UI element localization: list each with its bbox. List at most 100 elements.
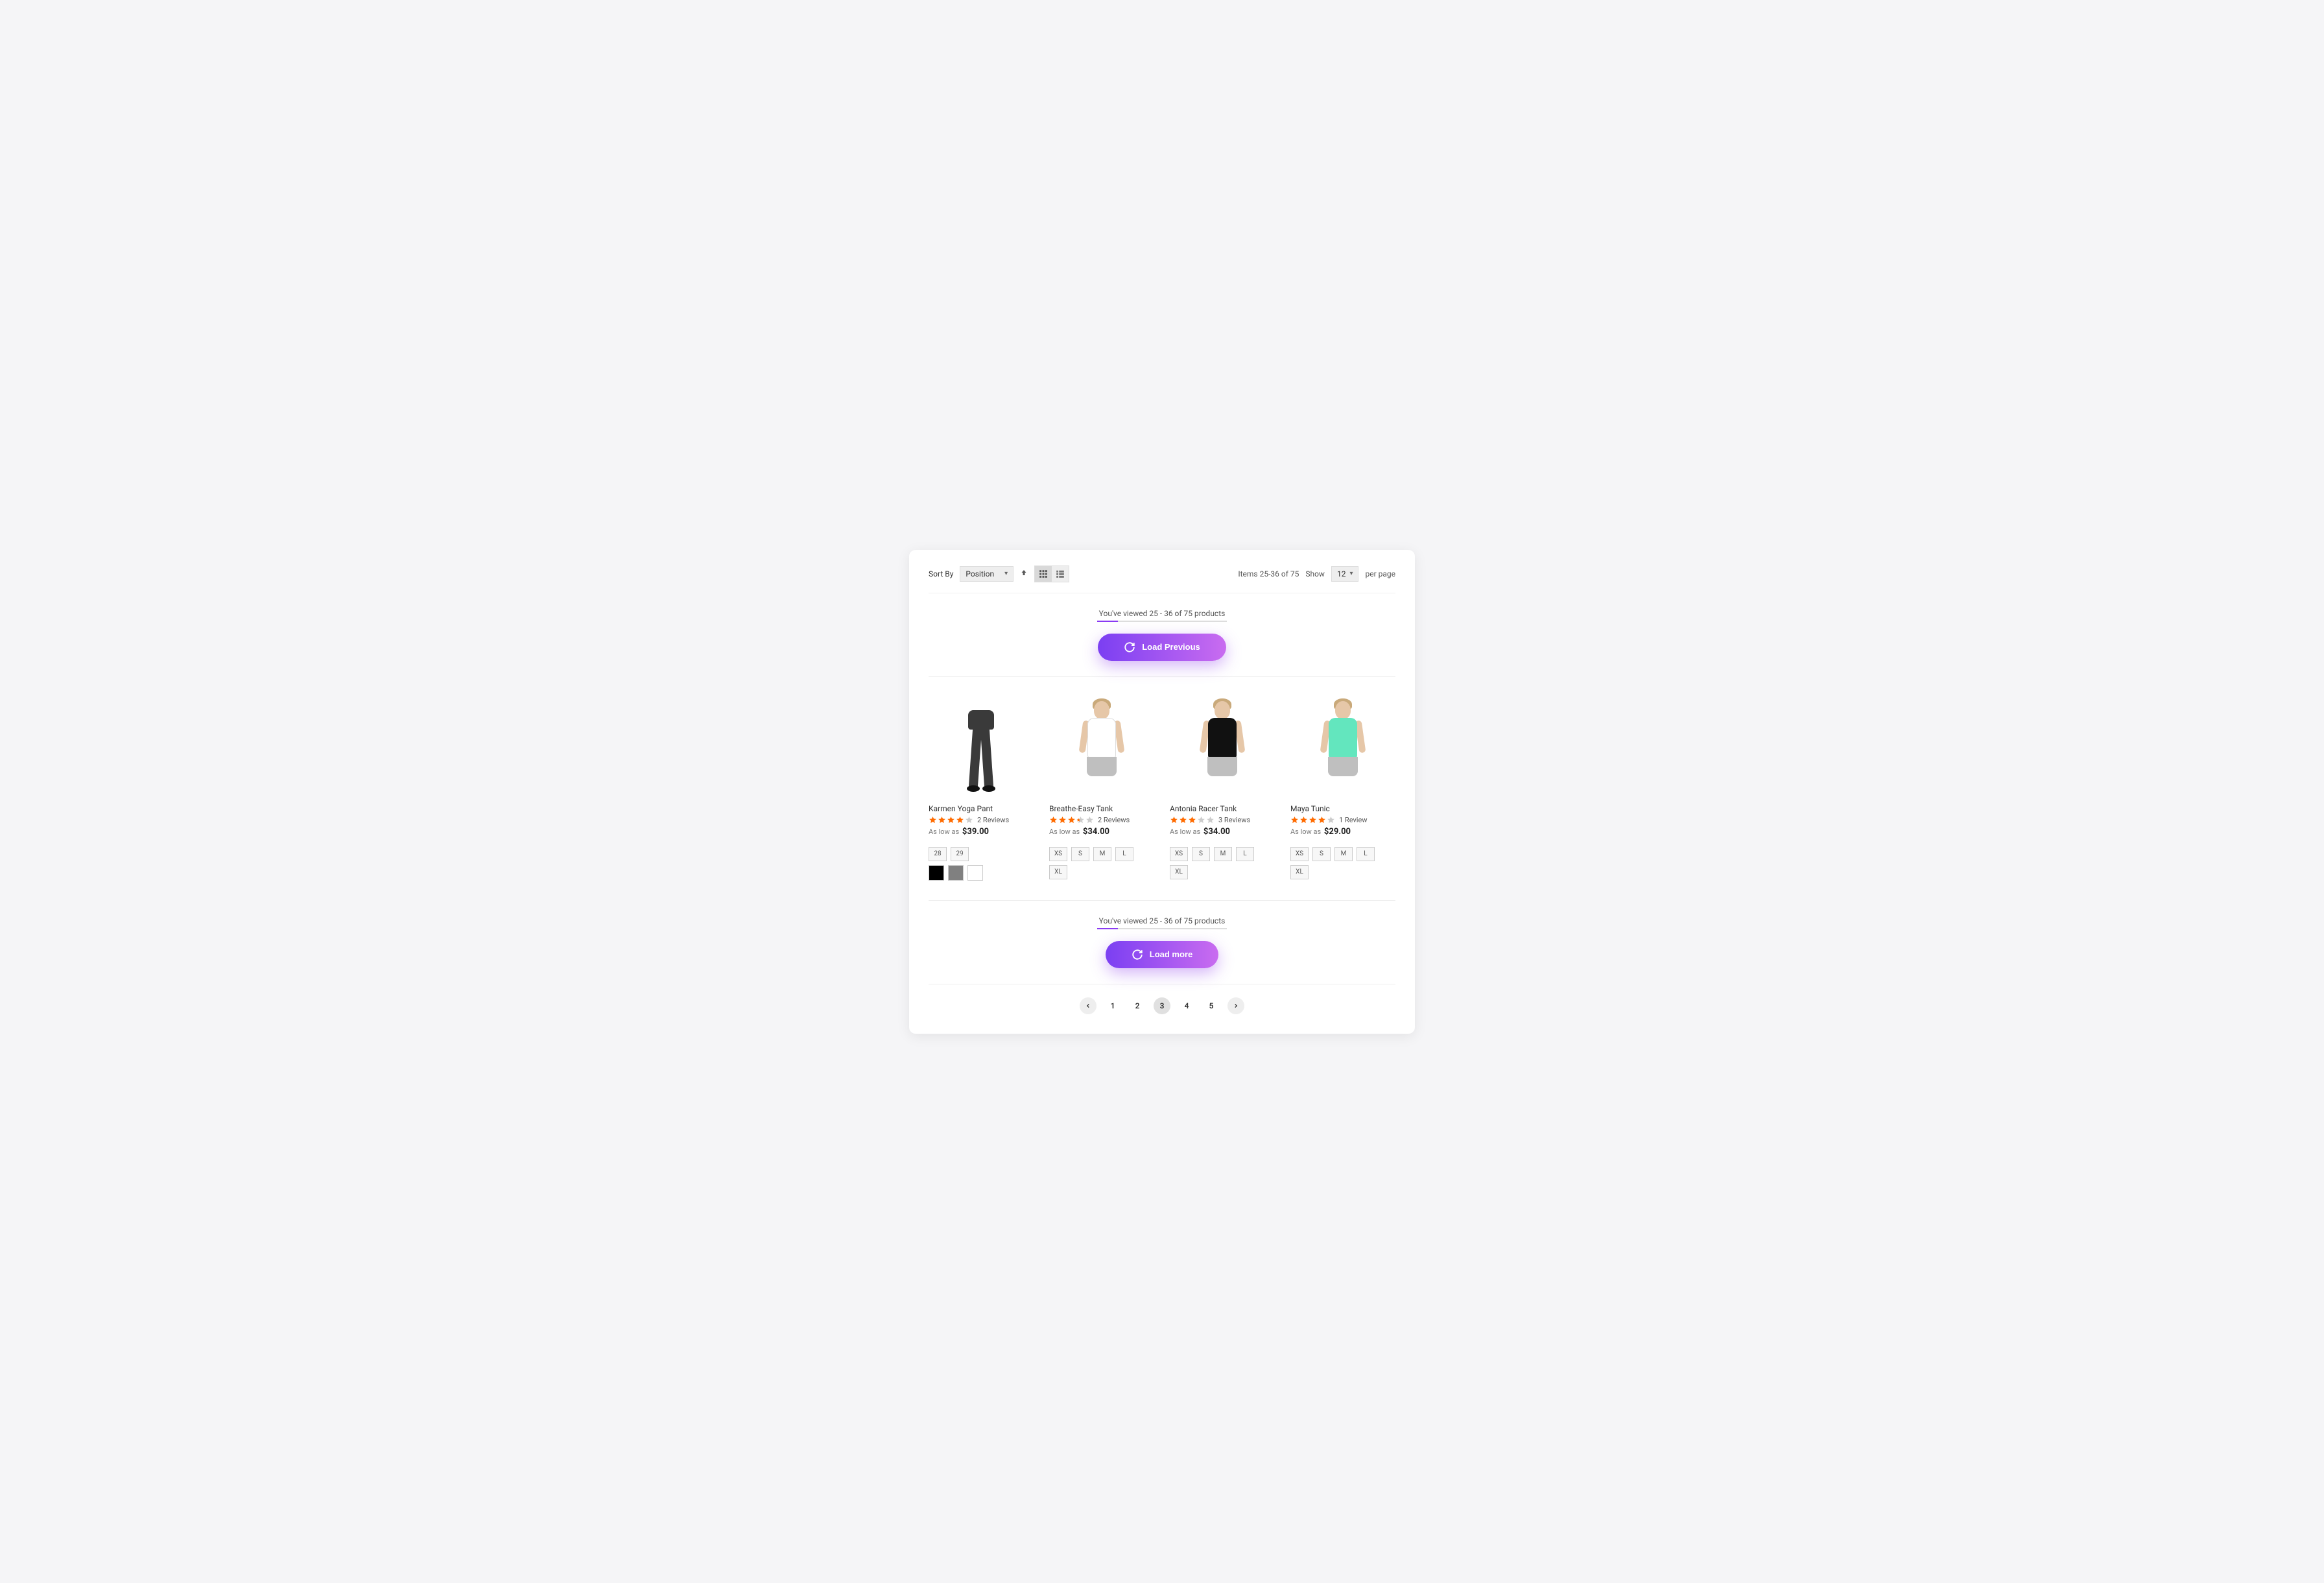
pagination: 12345: [929, 984, 1395, 1018]
size-swatch[interactable]: L: [1115, 847, 1133, 861]
color-swatch[interactable]: [967, 865, 983, 881]
size-swatch[interactable]: S: [1192, 847, 1210, 861]
chevron-down-icon: ▾: [1004, 570, 1008, 577]
product-image[interactable]: [1170, 694, 1275, 798]
star-icon: [1049, 816, 1058, 824]
product-name[interactable]: Karmen Yoga Pant: [929, 804, 1034, 813]
size-swatch[interactable]: M: [1214, 847, 1232, 861]
product-card[interactable]: Karmen Yoga Pant 2 Reviews As low as $39.0…: [929, 694, 1034, 883]
product-card[interactable]: Maya Tunic1 ReviewAs low as $29.00XSSMLX…: [1290, 694, 1395, 883]
star-rating: [929, 816, 973, 824]
items-range-text: Items 25-36 of 75: [1238, 569, 1299, 578]
size-swatch[interactable]: M: [1334, 847, 1353, 861]
star-rating: [1290, 816, 1335, 824]
product-image[interactable]: [929, 694, 1034, 798]
product-image[interactable]: [1049, 694, 1154, 798]
rating-row: 3 Reviews: [1170, 816, 1275, 824]
star-icon: [1058, 816, 1067, 824]
chevron-left-icon: [1085, 1003, 1091, 1009]
rating-row: 2 Reviews: [1049, 816, 1154, 824]
pagination-prev-button[interactable]: [1080, 997, 1097, 1014]
star-icon: [1206, 816, 1215, 824]
star-icon: [1170, 816, 1178, 824]
price: $34.00: [1204, 827, 1230, 837]
rating-row: 2 Reviews: [929, 816, 1034, 824]
pagination-page-button[interactable]: 3: [1154, 997, 1170, 1014]
size-swatch[interactable]: XS: [1049, 847, 1067, 861]
star-icon: [1188, 816, 1196, 824]
pagination-page-button[interactable]: 4: [1178, 997, 1195, 1014]
reload-icon: [1124, 641, 1135, 653]
product-name[interactable]: Breathe-Easy Tank: [1049, 804, 1154, 813]
star-icon: [1085, 816, 1094, 824]
size-swatch[interactable]: 29: [951, 847, 969, 861]
grid-icon: [1039, 569, 1048, 578]
load-more-button[interactable]: Load more: [1106, 941, 1218, 968]
grid-view-button[interactable]: [1035, 566, 1052, 582]
size-swatch[interactable]: XL: [1170, 865, 1188, 879]
review-count[interactable]: 3 Reviews: [1218, 816, 1250, 824]
load-previous-section: You've viewed 25 - 36 of 75 products Loa…: [929, 593, 1395, 676]
size-swatch[interactable]: XS: [1290, 847, 1309, 861]
show-per-page-select[interactable]: 12 ▾: [1331, 566, 1359, 582]
reload-icon: [1132, 949, 1143, 960]
size-swatch[interactable]: L: [1236, 847, 1254, 861]
chevron-right-icon: [1233, 1003, 1239, 1009]
pagination-page-button[interactable]: 1: [1104, 997, 1121, 1014]
size-swatches: XS SML XL: [1170, 847, 1275, 879]
color-swatch[interactable]: [929, 865, 944, 881]
progress-bar: [1097, 928, 1227, 929]
pagination-page-button[interactable]: 5: [1203, 997, 1220, 1014]
star-icon: [1179, 816, 1187, 824]
color-swatches: [929, 865, 1034, 881]
pagination-page-button[interactable]: 2: [1129, 997, 1146, 1014]
progress-bar: [1097, 621, 1227, 622]
size-swatch[interactable]: S: [1312, 847, 1331, 861]
size-swatch[interactable]: M: [1093, 847, 1111, 861]
list-icon: [1056, 569, 1065, 578]
pagination-next-button[interactable]: [1227, 997, 1244, 1014]
price-row: As low as $39.00: [929, 827, 1034, 837]
load-more-label: Load more: [1150, 949, 1192, 959]
size-swatches: XSSML XL: [1290, 847, 1395, 879]
star-icon: [1327, 816, 1335, 824]
product-card[interactable]: Antonia Racer Tank 3 Reviews As low as $34…: [1170, 694, 1275, 883]
review-count[interactable]: 2 Reviews: [977, 816, 1009, 824]
price-row: As low as $34.00: [1049, 827, 1154, 837]
size-swatch[interactable]: 28: [929, 847, 947, 861]
size-swatch[interactable]: XL: [1290, 865, 1309, 879]
color-swatch[interactable]: [948, 865, 964, 881]
star-icon: [1290, 816, 1299, 824]
rating-row: 1 Review: [1290, 816, 1395, 824]
product-listing-card: Sort By Position ▾: [909, 550, 1415, 1034]
load-more-section: You've viewed 25 - 36 of 75 products Loa…: [929, 901, 1395, 984]
product-name[interactable]: Antonia Racer Tank: [1170, 804, 1275, 813]
product-card[interactable]: Breathe-Easy Tank 2 Reviews As low as $34.…: [1049, 694, 1154, 883]
progress-fill: [1097, 928, 1118, 929]
size-swatch[interactable]: S: [1071, 847, 1089, 861]
size-swatch[interactable]: XS: [1170, 847, 1188, 861]
sort-by-label: Sort By: [929, 569, 953, 578]
product-grid: Karmen Yoga Pant 2 Reviews As low as $39.0…: [929, 677, 1395, 900]
review-count[interactable]: 2 Reviews: [1098, 816, 1130, 824]
toolbar-right: Items 25-36 of 75 Show 12 ▾ per page: [1238, 566, 1395, 582]
sort-direction-button[interactable]: [1020, 569, 1028, 579]
price: $34.00: [1083, 827, 1109, 837]
price-row: As low as $34.00: [1170, 827, 1275, 837]
star-icon: [1197, 816, 1205, 824]
star-icon: [956, 816, 964, 824]
list-view-button[interactable]: [1052, 566, 1069, 582]
product-image[interactable]: [1290, 694, 1395, 798]
progress-fill: [1097, 621, 1118, 622]
sort-by-select[interactable]: Position ▾: [960, 566, 1014, 582]
review-count[interactable]: 1 Review: [1339, 816, 1368, 824]
product-name[interactable]: Maya Tunic: [1290, 804, 1395, 813]
viewed-progress-text: You've viewed 25 - 36 of 75 products: [929, 609, 1395, 618]
size-swatch[interactable]: XL: [1049, 865, 1067, 879]
star-rating: [1049, 816, 1094, 824]
star-icon: [1318, 816, 1326, 824]
load-previous-button[interactable]: Load Previous: [1098, 634, 1226, 661]
size-swatch[interactable]: L: [1357, 847, 1375, 861]
star-icon: [947, 816, 955, 824]
viewed-progress-text: You've viewed 25 - 36 of 75 products: [929, 916, 1395, 925]
